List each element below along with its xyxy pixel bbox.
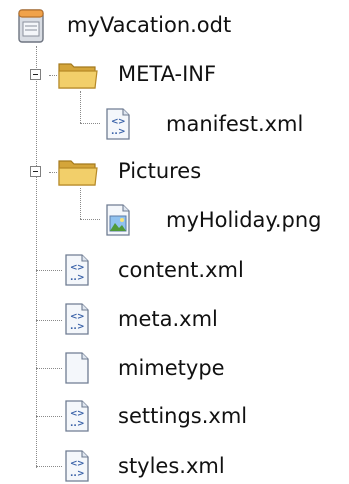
tree-connector (36, 368, 62, 369)
tree-item-label: meta.xml (118, 307, 218, 331)
tree-connector (80, 219, 100, 220)
svg-text:..: .. (70, 273, 77, 283)
tree-item-label: META-INF (118, 62, 217, 86)
collapse-toggle-pictures[interactable] (30, 166, 41, 177)
xml-file-icon: < > .. > (65, 450, 89, 482)
folder-open-icon (58, 63, 98, 89)
tree-item-label: myHoliday.png (166, 208, 322, 232)
tree-item-label: settings.xml (118, 404, 248, 428)
document-icon (18, 9, 44, 43)
svg-text:>: > (77, 459, 85, 469)
svg-text:>: > (77, 322, 85, 332)
tree-item-label: content.xml (118, 258, 244, 282)
svg-text:>: > (118, 127, 126, 137)
xml-file-icon: < > .. > (106, 108, 130, 140)
tree-item-label: myVacation.odt (67, 13, 232, 37)
svg-text:>: > (77, 469, 85, 479)
svg-text:>: > (77, 263, 85, 273)
xml-file-icon: < > .. > (65, 400, 89, 432)
collapse-toggle-meta-inf[interactable] (30, 69, 41, 80)
xml-file-icon: < > .. > (65, 254, 89, 286)
tree-connector (80, 91, 81, 123)
tree-item-label: Pictures (118, 159, 202, 183)
svg-text:..: .. (70, 322, 77, 332)
tree-connector (36, 270, 62, 271)
tree-connector (36, 46, 37, 468)
image-file-icon (106, 204, 130, 236)
xml-file-icon: < > .. > (65, 303, 89, 335)
svg-text:>: > (77, 273, 85, 283)
tree-item-label: manifest.xml (166, 112, 304, 136)
tree-connector (36, 416, 62, 417)
tree-item-label: styles.xml (118, 454, 225, 478)
svg-text:..: .. (70, 469, 77, 479)
tree-connector (49, 172, 57, 173)
svg-text:..: .. (111, 127, 118, 137)
tree-connector (80, 188, 81, 219)
tree-connector (36, 320, 62, 321)
file-tree: myVacation.odt META-INF < > .. > manifes… (0, 0, 349, 484)
svg-text:>: > (118, 117, 126, 127)
tree-connector (80, 123, 100, 124)
tree-connector (36, 466, 62, 467)
svg-text:..: .. (70, 419, 77, 429)
folder-open-icon (58, 160, 98, 186)
tree-connector (49, 75, 57, 76)
tree-item-label: mimetype (118, 356, 225, 380)
file-icon (65, 352, 89, 384)
svg-text:>: > (77, 419, 85, 429)
svg-text:>: > (77, 409, 85, 419)
svg-text:>: > (77, 312, 85, 322)
